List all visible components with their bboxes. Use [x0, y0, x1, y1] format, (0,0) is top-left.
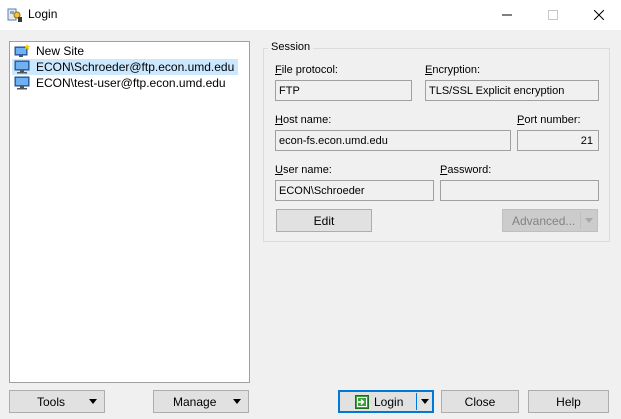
manage-label: Manage	[173, 394, 217, 409]
new-site-icon	[14, 44, 30, 57]
site-label: ECON\test-user@ftp.econ.umd.edu	[36, 76, 226, 90]
host-name-field[interactable]: econ-fs.econ.umd.edu	[275, 130, 511, 151]
manage-button[interactable]: Manage	[153, 390, 249, 413]
close-button[interactable]: Close	[441, 390, 519, 413]
user-name-field[interactable]: ECON\Schroeder	[275, 180, 434, 201]
password-field[interactable]	[440, 180, 599, 201]
close-window-button[interactable]	[576, 0, 621, 30]
computer-icon	[14, 60, 30, 74]
port-number-field[interactable]: 21	[517, 130, 599, 151]
site-item-new-site[interactable]: New Site	[12, 43, 88, 59]
maximize-icon	[548, 10, 558, 20]
edit-button[interactable]: Edit	[276, 209, 372, 232]
host-name-label: Host name:	[275, 114, 332, 126]
session-group-title: Session	[268, 41, 314, 53]
site-tree[interactable]: New Site ECON\Schroeder@ftp.econ.umd.edu…	[9, 41, 250, 383]
login-icon	[355, 394, 369, 409]
site-item-schroeder[interactable]: ECON\Schroeder@ftp.econ.umd.edu	[12, 59, 239, 75]
site-label: New Site	[36, 44, 85, 58]
tools-dropdown-arrow	[85, 391, 101, 412]
window-title: Login	[28, 7, 58, 21]
tools-label: Tools	[37, 394, 66, 409]
file-protocol-label: File protocol:	[275, 64, 338, 76]
minimize-icon	[502, 14, 512, 16]
site-item-test-user[interactable]: ECON\test-user@ftp.econ.umd.edu	[12, 75, 230, 91]
manage-dropdown-arrow	[229, 391, 245, 412]
advanced-dropdown-arrow[interactable]	[581, 210, 597, 231]
advanced-label: Advanced...	[512, 213, 576, 228]
file-protocol-select[interactable]: FTP	[275, 80, 412, 101]
port-number-label: Port number:	[517, 114, 581, 126]
help-button[interactable]: Help	[528, 390, 609, 413]
user-name-label: User name:	[275, 164, 332, 176]
chevron-down-icon	[233, 399, 241, 404]
minimize-button[interactable]	[484, 0, 530, 30]
password-label: Password:	[440, 164, 492, 176]
chevron-down-icon	[585, 218, 593, 223]
maximize-button[interactable]	[530, 0, 576, 30]
site-label: ECON\Schroeder@ftp.econ.umd.edu	[36, 60, 235, 74]
title-bar: Login	[0, 0, 621, 30]
close-icon	[594, 10, 604, 20]
login-button[interactable]: Login	[338, 390, 434, 413]
encryption-label: Encryption:	[425, 64, 481, 76]
winscp-login-icon	[7, 8, 22, 22]
login-label: Login	[374, 394, 404, 409]
advanced-button[interactable]: Advanced...	[502, 209, 598, 232]
chevron-down-icon	[421, 399, 429, 404]
login-dropdown-arrow[interactable]	[417, 391, 433, 412]
encryption-select[interactable]: TLS/SSL Explicit encryption	[425, 80, 599, 101]
computer-icon	[14, 76, 30, 90]
tools-button[interactable]: Tools	[9, 390, 105, 413]
chevron-down-icon	[89, 399, 97, 404]
